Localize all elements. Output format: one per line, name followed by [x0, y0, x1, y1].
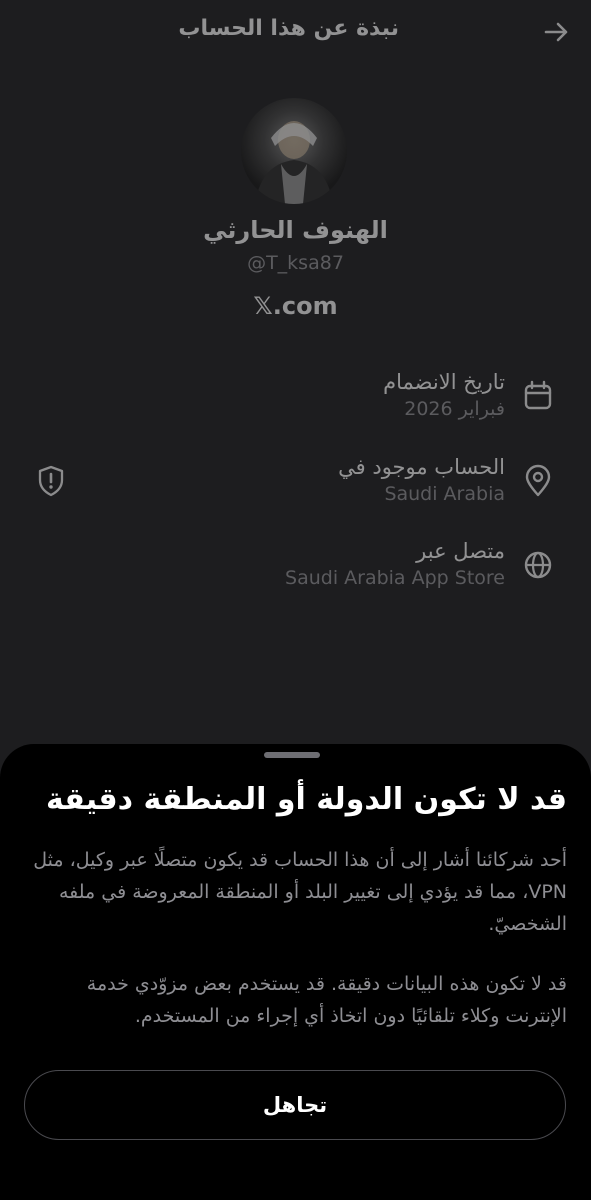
dismiss-button[interactable]: تجاهل: [24, 1070, 566, 1140]
join-date-value: فبراير 2026: [404, 398, 505, 420]
profile-domain: 𝕏.com: [253, 292, 338, 320]
avatar-photo: [255, 121, 333, 204]
globe-icon: [524, 551, 552, 579]
location-label: الحساب موجود في: [338, 455, 505, 479]
page-title: نبذة عن هذا الحساب: [178, 16, 399, 41]
profile-handle: @T_ksa87: [247, 252, 344, 274]
profile-name: الهنوف الحارثي: [203, 216, 388, 244]
location-value: Saudi Arabia: [384, 483, 505, 505]
calendar-icon: [524, 380, 552, 410]
info-row-join-date: تاريخ الانضمام فبراير 2026: [383, 370, 505, 420]
shield-alert-icon[interactable]: [36, 464, 66, 498]
avatar[interactable]: [241, 98, 347, 204]
back-arrow-icon[interactable]: [540, 16, 572, 48]
sheet-grabber[interactable]: [264, 752, 320, 758]
connected-via-label: متصل عبر: [416, 539, 505, 563]
sheet-paragraph-2: قد لا تكون هذه البيانات دقيقة. قد يستخدم…: [86, 973, 567, 1027]
info-row-location: الحساب موجود في Saudi Arabia: [338, 455, 505, 505]
sheet-title: قد لا تكون الدولة أو المنطقة دقيقة: [45, 782, 567, 817]
bottom-sheet: قد لا تكون الدولة أو المنطقة دقيقة أحد ش…: [0, 744, 591, 1200]
location-pin-icon: [525, 464, 551, 497]
info-row-connected-via: متصل عبر Saudi Arabia App Store: [285, 539, 505, 589]
sheet-paragraph-1: أحد شركائنا أشار إلى أن هذا الحساب قد يك…: [33, 849, 567, 935]
connected-via-value: Saudi Arabia App Store: [285, 567, 505, 589]
header: نبذة عن هذا الحساب: [0, 0, 591, 62]
join-date-label: تاريخ الانضمام: [383, 370, 505, 394]
